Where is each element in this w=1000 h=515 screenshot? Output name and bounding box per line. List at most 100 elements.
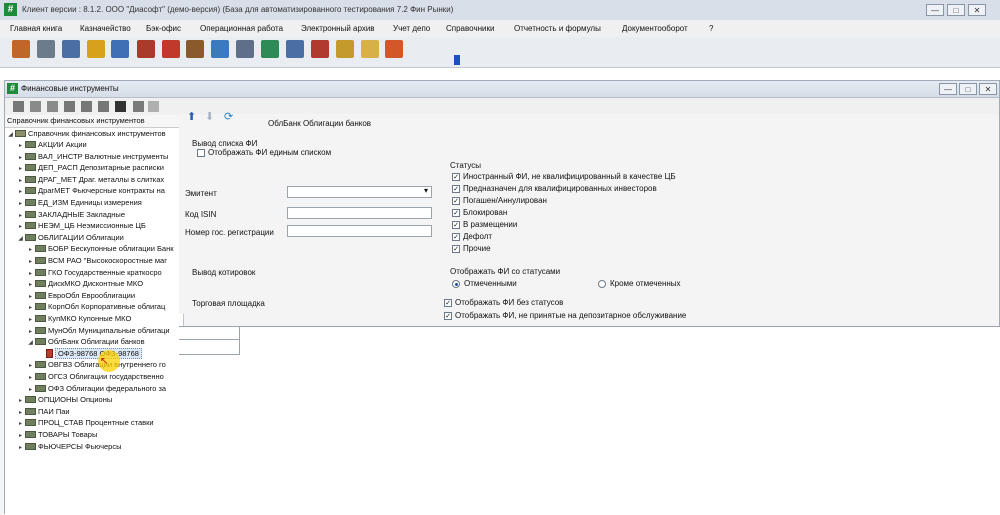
not-accepted-label: Отображать ФИ, не принятые на депозитарн… — [455, 311, 687, 320]
stamp-icon[interactable] — [385, 40, 403, 58]
folder-icon — [35, 303, 46, 311]
tree-item[interactable]: ◢ ОблБанк Облигации банков — [27, 336, 144, 349]
status-checkbox[interactable]: ✓ — [452, 209, 460, 217]
calc-icon[interactable] — [37, 40, 55, 58]
tree-item-label: ЕД_ИЗМ Единицы измерения — [38, 198, 142, 207]
tree-item[interactable]: ▸ ЕД_ИЗМ Единицы измерения — [17, 197, 142, 208]
tree-item[interactable]: ▸ ГКО Государственные краткосро — [27, 267, 162, 278]
filter-icon[interactable] — [30, 101, 41, 112]
expand-toggle-icon[interactable]: ◢ — [17, 234, 24, 245]
tree-item[interactable]: ▸ ОВГВЗ Облигации внутреннего го — [27, 359, 166, 370]
status-checkbox[interactable]: ✓ — [452, 173, 460, 181]
zoom-icon[interactable] — [98, 101, 109, 112]
menu-treasury[interactable]: Казначейство — [80, 24, 131, 33]
menu-e-archive[interactable]: Электронный архив — [301, 24, 375, 33]
book-icon[interactable] — [137, 40, 155, 58]
status-checkbox[interactable]: ✓ — [452, 233, 460, 241]
tree-item[interactable]: ▸ ПАИ Паи — [17, 406, 70, 417]
menu-help[interactable]: ? — [709, 24, 713, 33]
child-maximize-button[interactable]: □ — [959, 83, 977, 95]
documents-icon[interactable] — [361, 40, 379, 58]
tree-item[interactable]: ▸ ОФЗ Облигации федерального за — [27, 383, 166, 394]
cash-icon[interactable] — [261, 40, 279, 58]
menu-depo[interactable]: Учет депо — [393, 24, 430, 33]
tree-item[interactable]: ◢ ОБЛИГАЦИИ Облигации — [17, 232, 124, 243]
tree-item[interactable]: ▸ ПРОЦ_СТАВ Процентные ставки — [17, 417, 154, 428]
not-accepted-checkbox[interactable]: ✓ — [444, 312, 452, 320]
expand-toggle-icon[interactable]: ◢ — [27, 338, 34, 349]
results-grid[interactable] — [179, 326, 1000, 515]
menu-directories[interactable]: Справочники — [446, 24, 494, 33]
tree-root[interactable]: ◢ Справочник финансовых инструментов — [7, 128, 165, 141]
tree-item[interactable]: ▸ ВСМ РАО "Высокоскоростные маг — [27, 255, 167, 266]
isin-label: Код ISIN — [185, 210, 217, 219]
tree-item[interactable]: ▸ ДрагМЕТ Фьючерсные контракты на — [17, 185, 165, 196]
notebook-icon[interactable] — [87, 40, 105, 58]
tree-item[interactable]: ▸ ЗАКЛАДНЫЕ Закладные — [17, 209, 125, 220]
radio-except[interactable] — [598, 280, 606, 288]
refresh-icon[interactable] — [133, 101, 144, 112]
folder-icon — [25, 175, 36, 183]
status-checkbox[interactable]: ✓ — [452, 197, 460, 205]
regnum-input[interactable] — [287, 225, 432, 237]
tree-item[interactable]: ▸ МунОбл Муниципальные облигаци — [27, 325, 170, 336]
tree-item[interactable]: ▸ ДЕП_РАСП Депозитарные расписки — [17, 162, 164, 173]
status-checkbox[interactable]: ✓ — [452, 185, 460, 193]
tree-item[interactable]: ▸ АКЦИИ Акции — [17, 139, 87, 150]
menu-reports[interactable]: Отчетность и формулы — [514, 24, 601, 33]
tree-item[interactable]: ▸ БОБР Бескупонные облигации Банк — [27, 243, 174, 254]
people-icon[interactable] — [12, 40, 30, 58]
tree-item[interactable]: ▸ ЕвроОбл Еврооблигации — [27, 290, 135, 301]
close-button[interactable]: ✕ — [968, 4, 986, 16]
status-checkbox[interactable]: ✓ — [452, 245, 460, 253]
tree-item[interactable]: ▸ КупМКО Купонные МКО — [27, 313, 131, 324]
maximize-button[interactable]: □ — [947, 4, 965, 16]
users-icon[interactable] — [186, 40, 204, 58]
back-icon[interactable] — [148, 101, 159, 112]
tree-item[interactable]: ▸ НЕЭМ_ЦБ Неэмиссионные ЦБ — [17, 220, 146, 231]
down-arrow-icon[interactable]: ⬇ — [205, 110, 214, 123]
box-icon[interactable] — [336, 40, 354, 58]
up-arrow-icon[interactable]: ⬆ — [187, 110, 196, 123]
child-minimize-button[interactable]: — — [939, 83, 957, 95]
isin-input[interactable] — [287, 207, 432, 219]
tree-item[interactable]: ОФЗ-98768 ОФЗ-98768 — [37, 347, 142, 359]
menu-docflow[interactable]: Документооборот — [622, 24, 688, 33]
search-icon[interactable] — [64, 101, 75, 112]
binoculars-icon[interactable] — [115, 101, 126, 112]
child-close-button[interactable]: ✕ — [979, 83, 997, 95]
chart-icon[interactable] — [111, 40, 129, 58]
tree-item[interactable]: ▸ КорпОбл Корпоративные облигац — [27, 301, 165, 312]
car-icon[interactable] — [162, 40, 180, 58]
minimize-button[interactable]: — — [926, 4, 944, 16]
no-status-checkbox[interactable]: ✓ — [444, 299, 452, 307]
tree-item[interactable]: ▸ ДРАГ_МЕТ Драг. металлы в слитках — [17, 174, 164, 185]
status-checkbox[interactable]: ✓ — [452, 221, 460, 229]
document-icon[interactable] — [62, 40, 80, 58]
toolbar-overflow-icon[interactable] — [454, 55, 460, 65]
computer-icon[interactable] — [211, 40, 229, 58]
grid-row-cell[interactable] — [179, 340, 240, 355]
bank-icon[interactable] — [236, 40, 254, 58]
tree-item[interactable]: ▸ ВАЛ_ИНСТР Валютные инструменты — [17, 151, 168, 162]
menu-operations[interactable]: Операционная работа — [200, 24, 283, 33]
refresh-icon[interactable]: ⟳ — [224, 110, 233, 123]
issuer-select[interactable]: ▾ — [287, 186, 432, 198]
single-list-checkbox[interactable] — [197, 149, 205, 157]
tree-item[interactable]: ▸ ДискМКО Дисконтные МКО — [27, 278, 143, 289]
monitor-icon[interactable] — [286, 40, 304, 58]
menu-general-ledger[interactable]: Главная книга — [10, 24, 62, 33]
expand-toggle-icon[interactable]: ▸ — [17, 443, 24, 454]
expand-toggle-icon[interactable]: ◢ — [7, 130, 14, 141]
menu-back-office[interactable]: Бэк-офис — [146, 24, 181, 33]
tree-item[interactable]: ▸ ОГСЗ Облигации государственно — [27, 371, 164, 382]
tree-item[interactable]: ▸ ТОВАРЫ Товары — [17, 429, 97, 440]
radio-marked[interactable] — [452, 280, 460, 288]
print-icon[interactable] — [81, 101, 92, 112]
tree-item[interactable]: ▸ ФЬЮЧЕРСЫ Фьючерсы — [17, 441, 122, 454]
tree-item-label: БОБР Бескупонные облигации Банк — [48, 244, 174, 254]
bag-icon[interactable] — [311, 40, 329, 58]
tree-item[interactable]: ▸ ОПЦИОНЫ Опционы — [17, 394, 112, 405]
list-icon[interactable] — [13, 101, 24, 112]
filter-off-icon[interactable] — [47, 101, 58, 112]
